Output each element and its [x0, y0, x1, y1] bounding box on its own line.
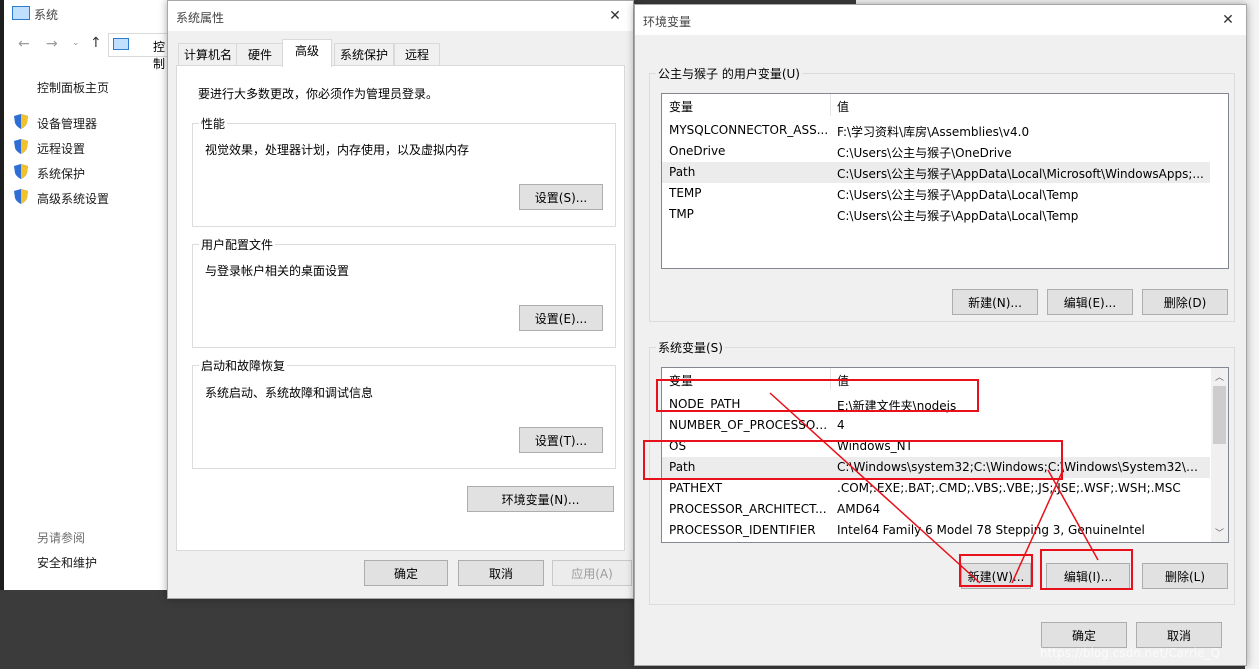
- annotation-arrows: [769, 392, 1099, 584]
- annotation-arrow-line: [1047, 469, 1099, 561]
- annotation-arrow-line: [1011, 469, 1064, 584]
- tab-advanced[interactable]: 高级: [282, 39, 332, 67]
- watermark: https://blog.csdn.net/Carrie_Q: [1040, 646, 1220, 660]
- annotation-arrow-line: [769, 392, 981, 584]
